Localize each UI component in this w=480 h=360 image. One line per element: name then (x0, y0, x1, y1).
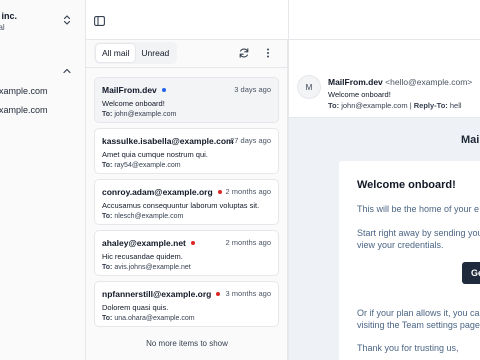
mail-date: 27 days ago (230, 136, 271, 145)
sidebar-toggle-button[interactable] (92, 14, 106, 28)
sidebar-item-inbox-1[interactable]: example.com (0, 86, 48, 96)
mail-date: 2 months ago (225, 238, 271, 247)
topbar-list (86, 0, 288, 40)
email-paragraph-3-line-2: visiting the Team settings page. (357, 320, 480, 330)
mail-item-4[interactable]: ahaley@example.net 2 months ago Hic recu… (94, 230, 279, 276)
email-paragraph-2-line-1: Start right away by sending you (357, 228, 480, 238)
avatar: M (297, 75, 321, 99)
sidebar-item-inbox-2[interactable]: example.com (0, 105, 48, 115)
mail-date: 3 days ago (234, 85, 271, 94)
email-content-card: Welcome onboard! This will be the home o… (339, 161, 480, 360)
message-recipients: To: john@example.com | Reply-To: hell (328, 101, 462, 110)
mail-subject: Amet quia cumque nostrum qui. (102, 150, 208, 159)
email-cta-button[interactable]: Ge (462, 262, 480, 284)
reading-pane: M MailFrom.dev <hello@example.com> Welco… (288, 40, 480, 360)
message-sender: MailFrom.dev <hello@example.com> (328, 77, 473, 87)
mail-sender: MailFrom.dev (102, 85, 166, 95)
refresh-button[interactable] (237, 46, 251, 60)
mail-filter-tabs: All mail Unread (94, 42, 178, 64)
mail-item-3[interactable]: conroy.adam@example.org 2 months ago Acc… (94, 179, 279, 225)
email-paragraph-3-line-1: Or if your plan allows it, you ca (357, 308, 480, 318)
mail-item-1[interactable]: MailFrom.dev 3 days ago Welcome onboard!… (94, 77, 279, 123)
unread-dot (161, 87, 166, 92)
chevron-up-icon[interactable] (62, 67, 72, 75)
email-paragraph-4: Thank you for trusting us, (357, 343, 459, 353)
mail-subject: Welcome onboard! (102, 99, 165, 108)
mail-sender: ahaley@example.net (102, 238, 195, 248)
message-subject: Welcome onboard! (328, 90, 391, 99)
mail-subject: Dolorem quasi quis. (102, 303, 169, 312)
more-vertical-icon (267, 48, 269, 58)
chevron-up-down-icon[interactable] (62, 14, 72, 26)
priority-dot (216, 291, 221, 296)
mail-date: 2 months ago (225, 187, 271, 196)
mail-sender: npfannerstill@example.org (102, 289, 221, 299)
priority-dot (190, 240, 195, 245)
message-body: Mail Welcome onboard! This will be the h… (289, 118, 480, 360)
mail-item-5[interactable]: npfannerstill@example.org 3 months ago D… (94, 281, 279, 327)
panel-left-icon (93, 16, 105, 26)
email-brand: Mail (461, 134, 480, 146)
mail-item-2[interactable]: kassulke.isabella@example.com 27 days ag… (94, 128, 279, 174)
refresh-icon (239, 48, 249, 58)
topbar-reader (288, 0, 480, 40)
tab-all-mail[interactable]: All mail (96, 44, 136, 62)
priority-dot (217, 189, 222, 194)
mail-recipient: To: avis.johns@example.net (102, 264, 191, 271)
mail-subject: Hic recusandae quidem. (102, 252, 183, 261)
list-end-message: No more items to show (146, 339, 228, 348)
message-header: M MailFrom.dev <hello@example.com> Welco… (289, 40, 480, 118)
mail-subject: Accusamus consequuntur laborum voluptas … (102, 201, 260, 210)
email-paragraph-1: This will be the home of your e (357, 204, 480, 214)
mail-sender: kassulke.isabella@example.com (102, 136, 234, 146)
sidebar: e inc. ual example.com example.com (0, 0, 86, 360)
mail-recipient: To: john@example.com (102, 111, 177, 118)
mail-recipient: To: una.ohara@example.com (102, 315, 195, 322)
email-heading: Welcome onboard! (357, 179, 456, 191)
email-paragraph-2-line-2: view your credentials. (357, 240, 444, 250)
mail-date: 3 months ago (225, 289, 271, 298)
more-options-button[interactable] (261, 46, 275, 60)
mail-recipient: To: nlesch@example.com (102, 213, 184, 220)
tab-unread[interactable]: Unread (135, 44, 175, 62)
mail-recipient: To: ray54@example.com (102, 162, 181, 169)
mail-sender: conroy.adam@example.org (102, 187, 222, 197)
